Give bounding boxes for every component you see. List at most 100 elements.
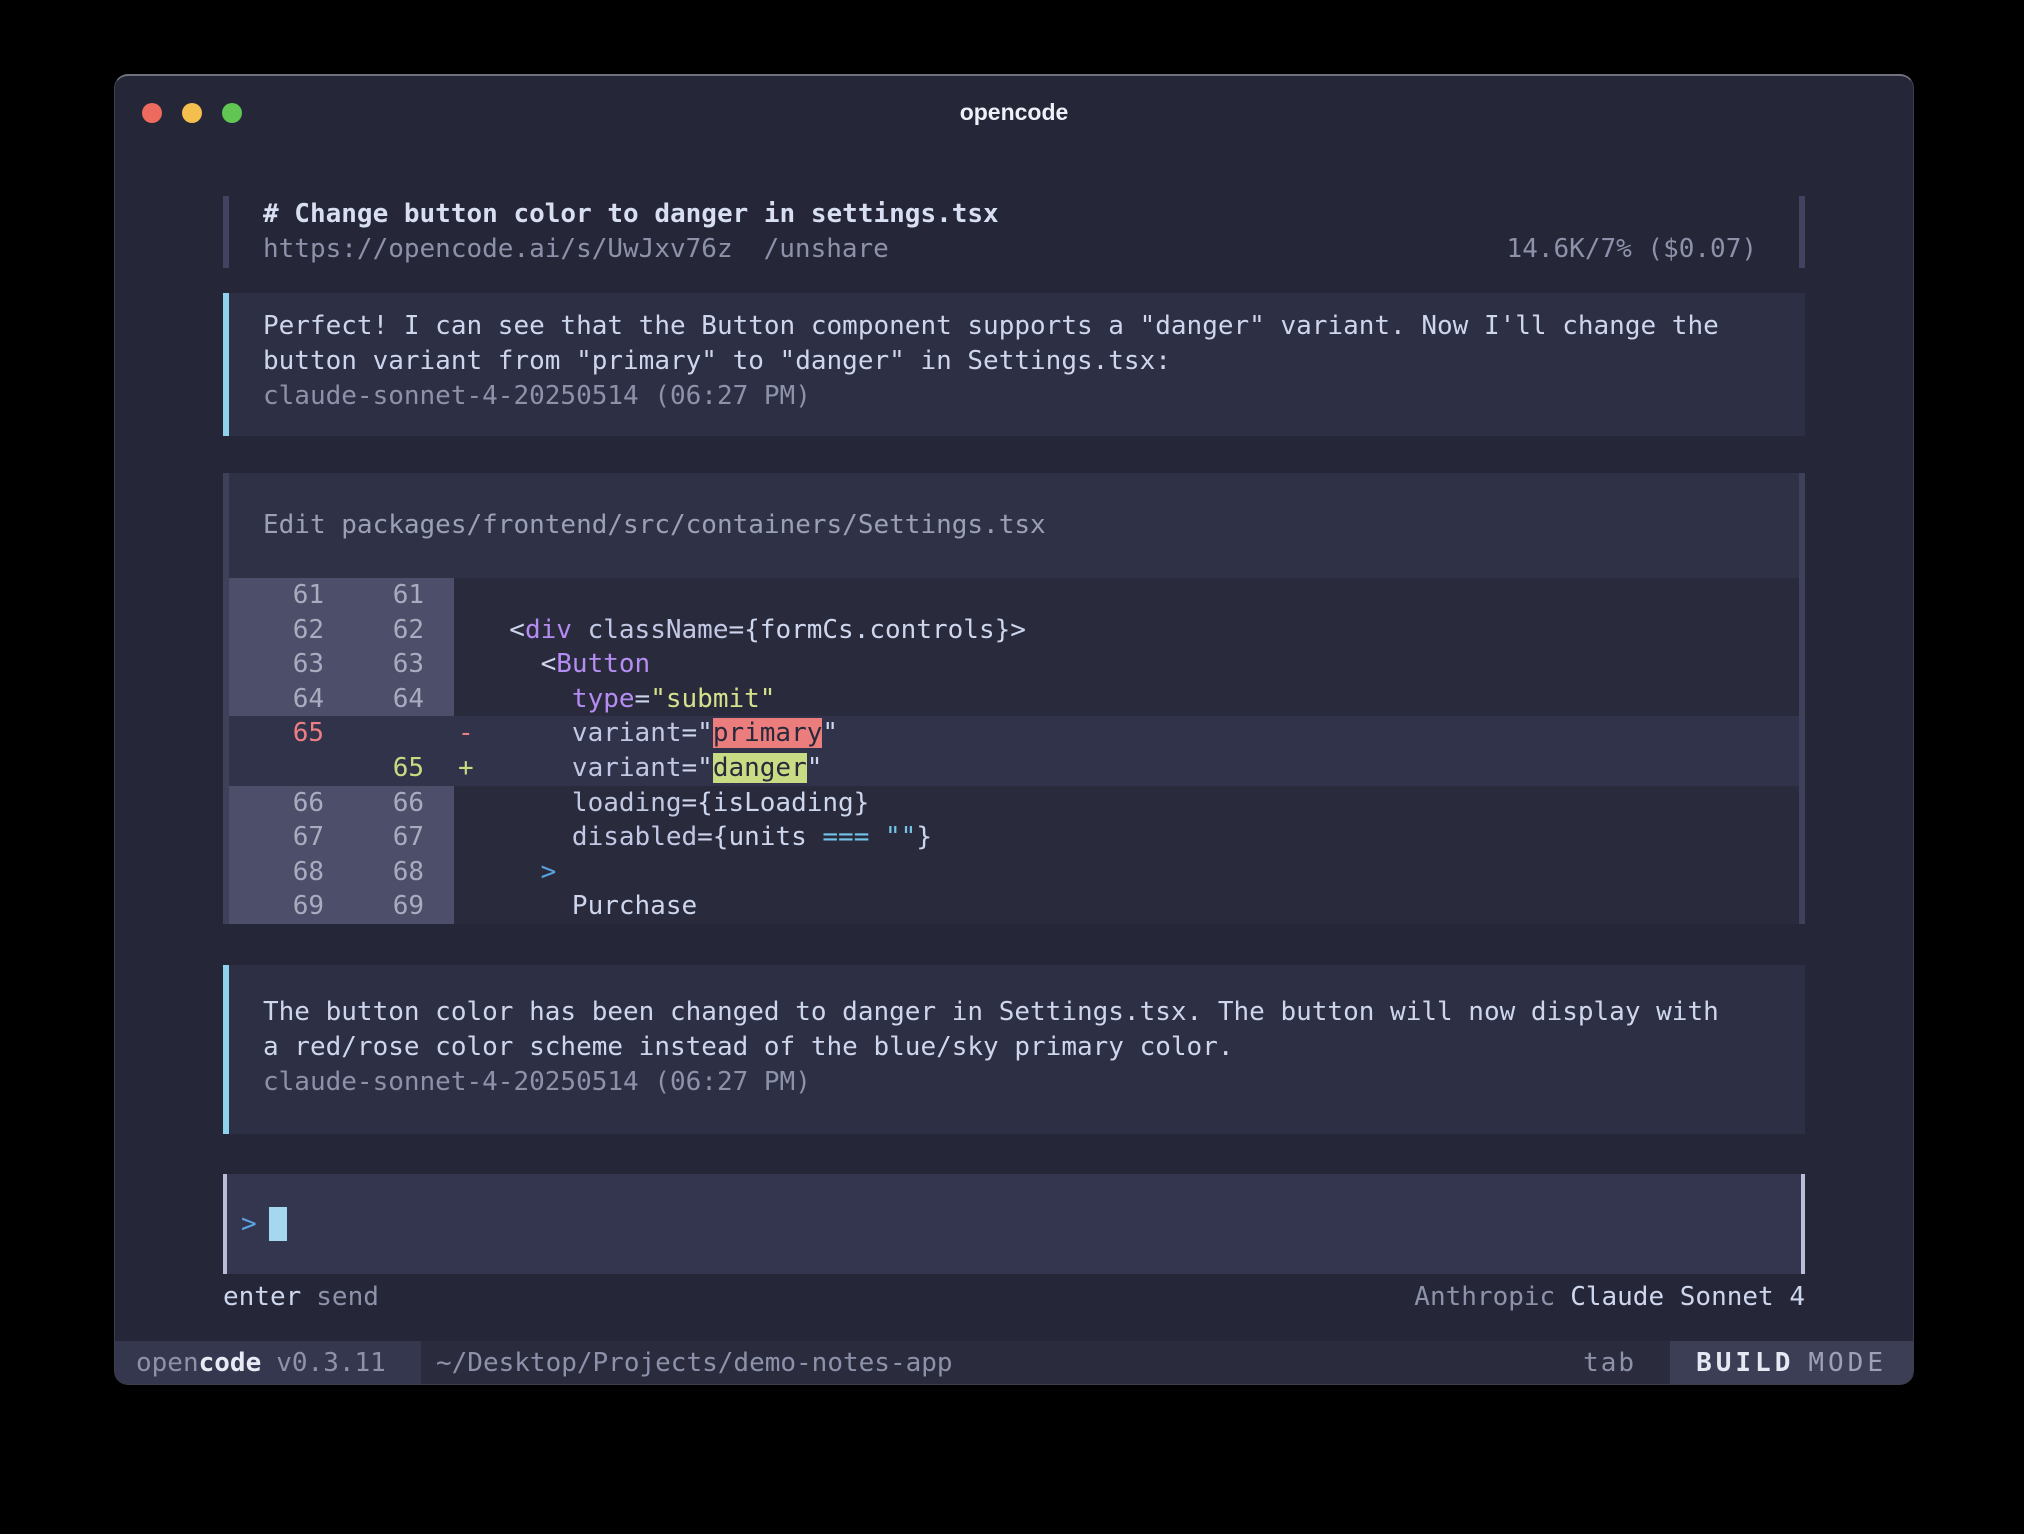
diff-row: 6767 disabled={units === ""} [229,820,1799,855]
token-cost-stats: 14.6K/7% ($0.07) [1507,232,1757,267]
code-token [478,718,572,748]
share-url[interactable]: https://opencode.ai/s/UwJxv76z [263,232,733,267]
code-token: loading [572,788,682,818]
code-token: Purchase [478,891,697,921]
input-meta-row: entersend AnthropicClaude Sonnet 4 [223,1280,1805,1315]
diff-gutter-pad [424,820,454,855]
minimize-button[interactable] [182,103,202,123]
diff-new-line-number: 69 [324,889,424,924]
diff-change-marker [454,578,478,613]
diff-old-line-number: 63 [229,647,324,682]
tab-key-hint: tab [1583,1348,1636,1378]
code-token: "submit" [650,684,775,714]
code-token: = [635,684,651,714]
diff-row: 6262 <div className={formCs.controls}> [229,613,1799,648]
diff-old-line-number: 68 [229,855,324,890]
code-token: =" [682,718,713,748]
diff-old-line-number [229,751,324,786]
diff-new-line-number [324,716,424,751]
diff-code-line: variant="primary" [478,716,838,751]
diff-row: 6464 type="submit" [229,682,1799,717]
unshare-command[interactable]: /unshare [764,232,889,267]
status-bar: opencodev0.3.11 ~/Desktop/Projects/demo-… [115,1341,1913,1384]
diff-new-line-number: 68 [324,855,424,890]
mode-name: BUILD [1696,1348,1794,1378]
edit-tool-title: Edit packages/frontend/src/containers/Se… [229,473,1799,578]
diff-code-line: loading={isLoading} [478,786,869,821]
diff-gutter-pad [424,647,454,682]
diff-gutter-pad [424,855,454,890]
diff-new-line-number: 67 [324,820,424,855]
model-label: Claude Sonnet 4 [1570,1282,1805,1312]
code-token: } [916,822,932,852]
session-title: # Change button color to danger in setti… [263,197,1763,232]
mode-suffix: MODE [1808,1348,1887,1378]
send-action-hint: send [316,1282,379,1312]
app-version-segment: opencodev0.3.11 [115,1341,421,1384]
code-token [478,753,572,783]
diff-row: 65 - variant="primary" [229,716,1799,751]
diff-change-marker [454,855,478,890]
diff-old-line-number: 65 [229,716,324,751]
diff-old-line-number: 69 [229,889,324,924]
code-token: variant [572,718,682,748]
code-token: " [822,718,838,748]
text-cursor [269,1207,287,1241]
diff-row: 6363 <Button [229,647,1799,682]
code-token [478,684,572,714]
message-text-line: a red/rose color scheme instead of the b… [263,1030,1775,1065]
diff-code-line: disabled={units === ""} [478,820,932,855]
code-token: primary [713,718,823,748]
diff-new-line-number: 62 [324,613,424,648]
diff-code-line: variant="danger" [478,751,822,786]
code-token [478,788,572,818]
code-token: =" [682,753,713,783]
message-model-meta: claude-sonnet-4-20250514 (06:27 PM) [263,379,1775,414]
diff-code-line: type="submit" [478,682,775,717]
diff-old-line-number: 61 [229,578,324,613]
diff-change-marker [454,820,478,855]
mode-toggle[interactable]: BUILD MODE [1670,1341,1913,1384]
code-token [478,857,541,887]
diff-change-marker [454,613,478,648]
diff-change-marker: - [454,716,478,751]
traffic-lights [142,103,242,123]
diff-code-line: Purchase [478,889,697,924]
code-token: > [541,857,557,887]
code-token: variant [572,753,682,783]
diff-change-marker [454,647,478,682]
diff-new-line-number: 64 [324,682,424,717]
code-token: disabled [572,822,697,852]
diff-row: 6666 loading={isLoading} [229,786,1799,821]
diff-old-line-number: 66 [229,786,324,821]
code-token: danger [713,753,807,783]
code-token: ={formCs.controls}> [728,615,1025,645]
message-model-meta: claude-sonnet-4-20250514 (06:27 PM) [263,1065,1775,1100]
diff: 61616262 <div className={formCs.controls… [229,578,1799,924]
diff-gutter-pad [424,716,454,751]
code-token: < [478,615,525,645]
code-token: type [572,684,635,714]
opencode-window: opencode # Change button color to danger… [114,74,1914,1385]
code-token: className [588,615,729,645]
prompt-chevron-icon: > [241,1209,257,1239]
diff-change-marker: + [454,751,478,786]
diff-old-line-number: 62 [229,613,324,648]
diff-gutter-pad [424,889,454,924]
app-version: v0.3.11 [276,1348,386,1378]
diff-change-marker [454,682,478,717]
close-button[interactable] [142,103,162,123]
brand-open: open [136,1348,199,1378]
code-token: < [478,649,556,679]
prompt-input[interactable]: > [223,1174,1805,1274]
code-token [572,615,588,645]
code-token: div [525,615,572,645]
diff-code-line: <div className={formCs.controls}> [478,613,1026,648]
diff-new-line-number: 66 [324,786,424,821]
code-token [869,822,885,852]
diff-gutter-pad [424,751,454,786]
zoom-button[interactable] [222,103,242,123]
code-token [478,822,572,852]
code-token: ={units [697,822,822,852]
message-text-line: The button color has been changed to dan… [263,995,1775,1030]
